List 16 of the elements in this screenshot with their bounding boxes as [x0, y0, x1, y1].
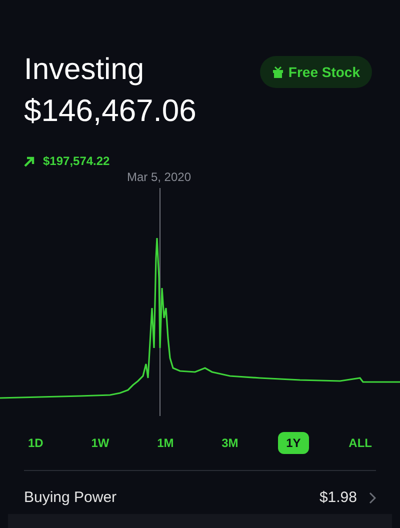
range-tab[interactable]: 1W: [83, 432, 118, 454]
chevron-right-icon[interactable]: [369, 492, 376, 504]
range-tab[interactable]: 1M: [149, 432, 182, 454]
range-tab[interactable]: 1Y: [278, 432, 309, 454]
arrow-up-right-icon: [24, 156, 35, 166]
portfolio-value: $146,467.06: [24, 92, 196, 130]
buying-power-value: $1.98: [319, 488, 357, 508]
date-label: Mar 5, 2020: [126, 169, 192, 186]
page-title: Investing: [24, 52, 146, 88]
gain-amount: $197,574.22: [43, 153, 110, 170]
buying-power-label: Buying Power: [24, 488, 117, 508]
range-tab[interactable]: 3M: [214, 432, 246, 454]
free-stock-button[interactable]: Free Stock: [260, 56, 372, 88]
range-tab[interactable]: ALL: [340, 432, 380, 454]
range-tab[interactable]: 1D: [20, 432, 52, 454]
gift-icon: [272, 66, 284, 78]
